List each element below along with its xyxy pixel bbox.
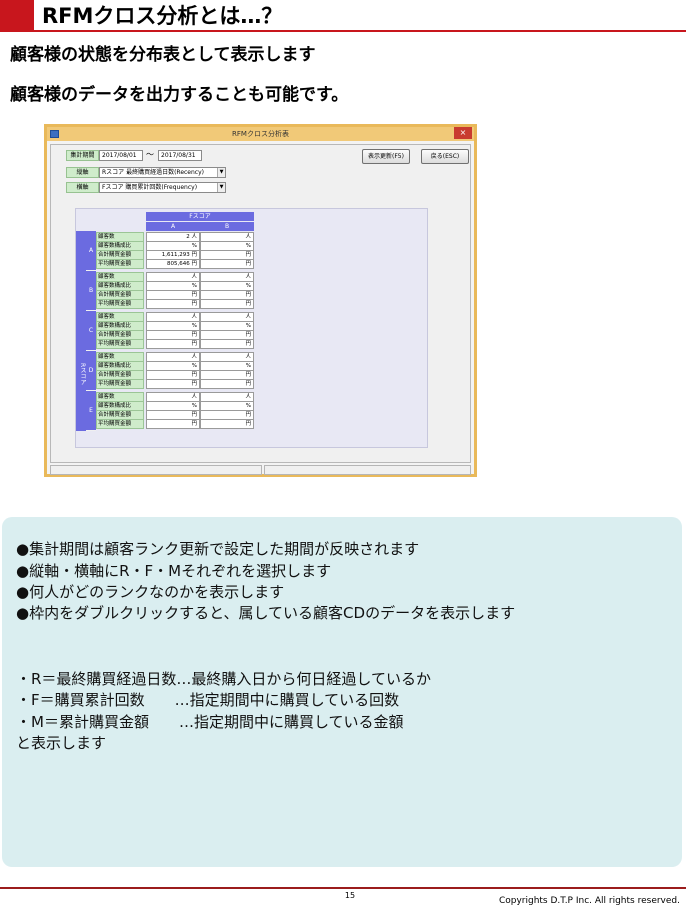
header-accent-bar <box>0 0 34 32</box>
page-title: RFMクロス分析とは…？ <box>42 4 283 28</box>
refresh-button[interactable]: 表示更新(F5) <box>362 149 410 164</box>
metric-label: 平均購買金額 <box>96 339 144 349</box>
column-group-header: Fスコア <box>146 212 254 221</box>
period-to-input[interactable]: 2017/08/31 <box>158 150 202 161</box>
horizontal-axis-label: 横軸 <box>66 182 99 193</box>
period-from-input[interactable]: 2017/08/01 <box>99 150 143 161</box>
row-header: E <box>86 391 96 431</box>
close-icon[interactable]: × <box>454 127 472 139</box>
grid-cell[interactable]: 円 <box>146 379 200 389</box>
grid-cell[interactable]: 805,646 円 <box>146 259 200 269</box>
definition-line: ・F＝購買累計回数 …指定期間中に購買している回数 <box>16 691 400 709</box>
rfm-cross-window: RFMクロス分析表 × 集計期間 2017/08/01 ～ 2017/08/31… <box>44 124 477 477</box>
info-bullet: ●何人がどのランクなのかを表示します <box>16 583 285 601</box>
period-tilde: ～ <box>146 150 154 159</box>
definition-line: ・R＝最終購買経過日数…最終購入日から何日経過しているか <box>16 670 431 688</box>
rfm-grid-area: Fスコア A B Rスコア A 顧客数 顧客数構成比 合計購買金額 平均購買金額 2 人% 1,61… <box>75 208 428 448</box>
metric-label: 平均購買金額 <box>96 259 144 269</box>
status-pane-left <box>50 465 262 475</box>
metric-label: 平均購買金額 <box>96 299 144 309</box>
chevron-down-icon[interactable]: ▼ <box>217 183 225 192</box>
info-panel: ●集計期間は顧客ランク更新で設定した期間が反映されます ●縦軸・横軸にR・F・M… <box>2 517 682 867</box>
row-header: B <box>86 271 96 311</box>
info-bullet: ●集計期間は顧客ランク更新で設定した期間が反映されます <box>16 540 420 558</box>
subtitle-distribution: 顧客様の状態を分布表として表示します <box>10 45 316 65</box>
grid-cell[interactable]: 円 <box>200 419 254 429</box>
window-titlebar[interactable]: RFMクロス分析表 × <box>47 127 474 141</box>
column-header: A <box>146 222 200 231</box>
window-body: 集計期間 2017/08/01 ～ 2017/08/31 縦軸 Rスコア 最終購… <box>50 144 471 463</box>
footer-rule <box>0 887 686 889</box>
definition-line: ・M＝累計購買金額 …指定期間中に購買している金額 <box>16 713 404 731</box>
grid-cell[interactable]: 円 <box>146 299 200 309</box>
horizontal-axis-select[interactable]: Fスコア 購買累計回数(Frequency) ▼ <box>99 182 226 193</box>
row-header: A <box>86 231 96 271</box>
header-rule <box>34 30 686 32</box>
grid-cell[interactable]: 円 <box>146 339 200 349</box>
status-pane-right <box>264 465 471 475</box>
period-label: 集計期間 <box>66 150 99 161</box>
grid-cell[interactable]: 円 <box>146 419 200 429</box>
horizontal-axis-value: Fスコア 購買累計回数(Frequency) <box>102 184 198 191</box>
vertical-axis-select[interactable]: Rスコア 最終購買経過日数(Recency) ▼ <box>99 167 226 178</box>
page-number: 15 <box>344 891 356 900</box>
metric-label: 平均購買金額 <box>96 419 144 429</box>
vertical-axis-label: 縦軸 <box>66 167 99 178</box>
window-title: RFMクロス分析表 <box>232 130 289 138</box>
grid-cell[interactable]: 円 <box>200 299 254 309</box>
slide-page: RFMクロス分析とは…？ 顧客様の状態を分布表として表示します 顧客様のデータを… <box>0 0 686 911</box>
status-bar <box>50 465 471 475</box>
metric-label: 平均購買金額 <box>96 379 144 389</box>
grid-cell[interactable]: 円 <box>200 339 254 349</box>
column-header: B <box>200 222 254 231</box>
row-header: C <box>86 311 96 351</box>
row-header: D <box>86 351 96 391</box>
grid-cell[interactable]: 円 <box>200 259 254 269</box>
info-bullet: ●縦軸・横軸にR・F・Mそれぞれを選択します <box>16 562 332 580</box>
definition-line: と表示します <box>16 734 107 752</box>
row-group-header: Rスコア <box>76 231 86 431</box>
vertical-axis-value: Rスコア 最終購買経過日数(Recency) <box>102 169 204 176</box>
copyright-text: Copyrights D.T.P Inc. All rights reserve… <box>498 896 680 906</box>
back-button[interactable]: 戻る(ESC) <box>421 149 469 164</box>
chevron-down-icon[interactable]: ▼ <box>217 168 225 177</box>
subtitle-export: 顧客様のデータを出力することも可能です。 <box>10 85 349 105</box>
info-bullet: ●枠内をダブルクリックすると、属している顧客CDのデータを表示します <box>16 604 516 622</box>
grid-cell[interactable]: 円 <box>200 379 254 389</box>
